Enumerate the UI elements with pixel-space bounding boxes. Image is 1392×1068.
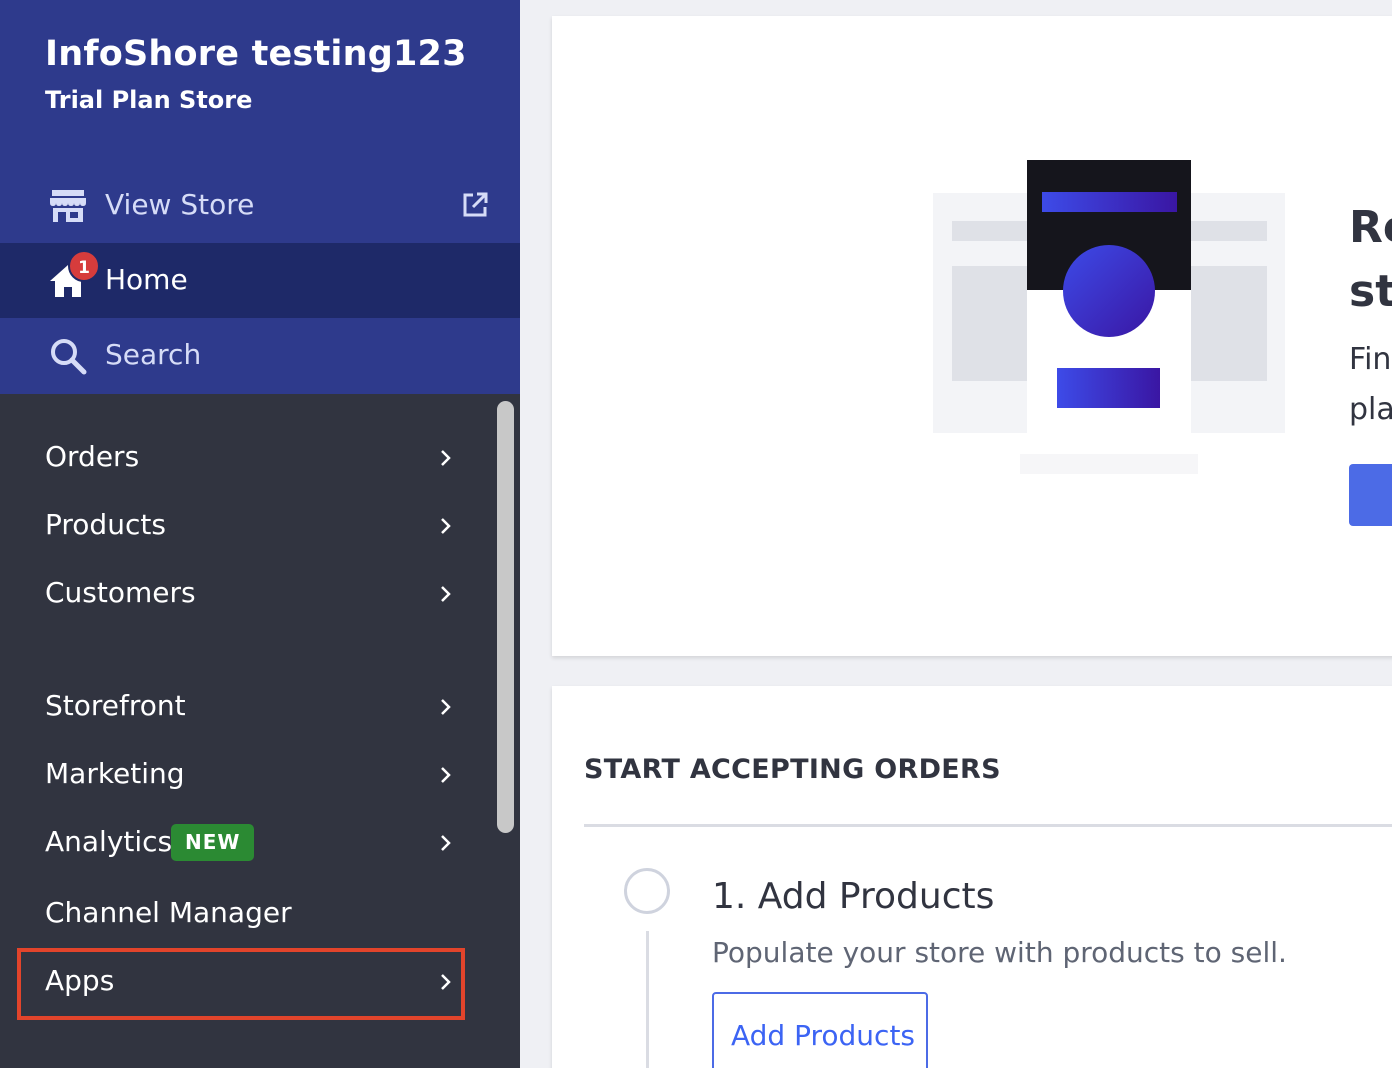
sidebar-item-analytics[interactable]: Analytics NEW xyxy=(0,813,490,873)
chevron-right-icon xyxy=(441,586,451,602)
hero-title-line2: st xyxy=(1349,266,1392,317)
sidebar: InfoShore testing123 Trial Plan Store Vi… xyxy=(0,0,520,1068)
add-products-button[interactable]: Add Products xyxy=(712,992,928,1068)
hero-cta-button[interactable] xyxy=(1349,464,1392,526)
sidebar-item-customers[interactable]: Customers xyxy=(0,564,490,624)
hero-text-line2: pla xyxy=(1349,392,1392,427)
scrollbar-thumb[interactable] xyxy=(497,401,514,833)
search-label: Search xyxy=(105,338,202,371)
hero-card: Re st Fin pla xyxy=(552,16,1392,656)
divider xyxy=(584,824,1392,827)
sidebar-item-search[interactable]: Search xyxy=(0,318,520,393)
sidebar-item-storefront[interactable]: Storefront xyxy=(0,677,490,737)
sidebar-item-label: Products xyxy=(45,508,166,541)
sidebar-item-marketing[interactable]: Marketing xyxy=(0,745,490,805)
store-name: InfoShore testing123 xyxy=(45,34,467,74)
sidebar-item-products[interactable]: Products xyxy=(0,496,490,556)
step-title: 1. Add Products xyxy=(712,876,995,917)
chevron-right-icon xyxy=(441,450,451,466)
new-badge: NEW xyxy=(171,824,255,861)
sidebar-item-channel-manager[interactable]: Channel Manager xyxy=(0,884,490,944)
sidebar-item-label: Customers xyxy=(45,576,196,609)
apps-highlight-box xyxy=(17,948,465,1020)
home-label: Home xyxy=(105,263,188,296)
external-link-icon[interactable] xyxy=(460,190,490,220)
sidebar-item-orders[interactable]: Orders xyxy=(0,428,490,488)
search-icon xyxy=(51,339,87,375)
sidebar-item-label: Analytics xyxy=(45,825,173,858)
step-description: Populate your store with products to sel… xyxy=(712,936,1287,969)
sidebar-item-label: Marketing xyxy=(45,757,185,790)
step-status-circle xyxy=(624,868,670,914)
view-store-label: View Store xyxy=(105,188,255,221)
sidebar-item-label: Orders xyxy=(45,440,140,473)
hero-illustration xyxy=(933,160,1285,474)
chevron-right-icon xyxy=(441,699,451,715)
hero-title: Re xyxy=(1349,202,1392,253)
onboarding-card: START ACCEPTING ORDERS 1. Add Products P… xyxy=(552,686,1392,1068)
sidebar-item-label: Storefront xyxy=(45,689,186,722)
sidebar-header: InfoShore testing123 Trial Plan Store Vi… xyxy=(0,0,520,394)
notification-badge: 1 xyxy=(68,250,100,282)
add-products-button-label: Add Products xyxy=(731,1019,916,1052)
step-connector xyxy=(646,931,649,1068)
hero-text: Fin xyxy=(1349,342,1392,377)
view-store-link[interactable]: View Store xyxy=(0,168,520,243)
chevron-right-icon xyxy=(441,835,451,851)
section-title: START ACCEPTING ORDERS xyxy=(584,754,1001,785)
storefront-icon xyxy=(50,190,86,222)
sidebar-item-label: Channel Manager xyxy=(45,896,292,929)
chevron-right-icon xyxy=(441,767,451,783)
store-plan: Trial Plan Store xyxy=(45,86,253,114)
chevron-right-icon xyxy=(441,518,451,534)
